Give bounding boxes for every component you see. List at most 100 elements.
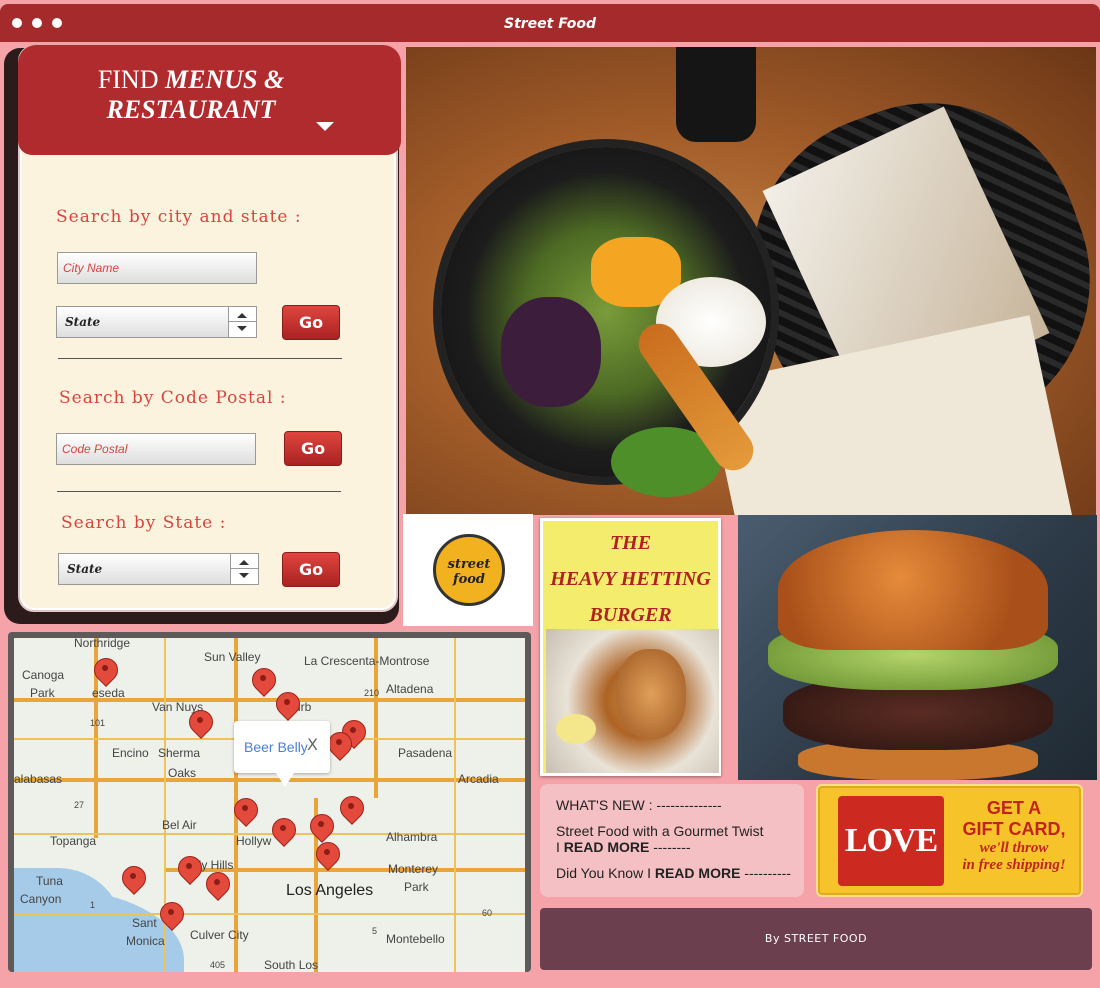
search-panel-heading: FIND MENUS & RESTAURANT (97, 65, 285, 124)
map-pin-icon[interactable] (276, 692, 298, 722)
spinner-up-icon[interactable] (237, 313, 247, 318)
route-1-shield: 1 (90, 900, 96, 910)
map-label-arcadia: Arcadia (458, 772, 499, 786)
spinner-divider (229, 321, 256, 322)
map-label-canoga: Canoga (22, 668, 65, 682)
postal-code-input[interactable]: Code Postal (56, 433, 256, 465)
map-pin-icon[interactable] (122, 866, 144, 896)
close-icon[interactable]: X (307, 735, 318, 754)
map-pin-icon[interactable] (189, 710, 211, 740)
state-select[interactable]: State (56, 306, 257, 338)
map-label-sun-valley: Sun Valley (204, 650, 261, 664)
map-label-hollywood: Hollyw (236, 834, 272, 848)
promo-lemon (556, 714, 596, 744)
highway (14, 778, 525, 782)
map-label-topanga: Topanga (50, 834, 97, 848)
map-label-calabasas: alabasas (14, 772, 63, 786)
state-select-spinner[interactable] (228, 307, 256, 337)
gift-card-image: LOVE (838, 796, 944, 886)
map-label-santa: Sant (132, 916, 157, 930)
map-pin-icon[interactable] (178, 856, 200, 886)
map-pin-icon[interactable] (272, 818, 294, 848)
map-label-monterey: Monterey (388, 862, 439, 876)
map-pin-icon[interactable] (252, 668, 274, 698)
burger-promo-card[interactable]: THE HEAVY HETTING BURGER (540, 518, 721, 776)
restaurant-map[interactable]: Northridge Sun Valley La Crescenta-Montr… (8, 632, 531, 972)
search-panel-header[interactable]: FIND MENUS & RESTAURANT (18, 45, 401, 155)
highway (14, 698, 525, 702)
map-label-park: Park (30, 686, 55, 700)
state-section-label: Search by State : (61, 513, 227, 533)
map-label-la-crescenta: La Crescenta-Montrose (304, 654, 430, 668)
map-label-tuna: Tuna (36, 874, 63, 888)
gift-card-text: GET A GIFT CARD, we'll throw in free shi… (962, 798, 1066, 873)
map-label-sherman: Sherma (158, 746, 201, 760)
map-canvas[interactable]: Northridge Sun Valley La Crescenta-Montr… (14, 638, 525, 972)
news-item-1-title: Street Food with a Gourmet Twist (556, 823, 764, 839)
promo-bun (616, 649, 686, 739)
map-pin-icon[interactable] (340, 796, 362, 826)
title-bar: Street Food (0, 4, 1100, 42)
promo-burger-photo (546, 629, 719, 773)
map-label-culver-city: Culver City (190, 928, 249, 942)
map-popup[interactable]: Beer Belly X (234, 721, 330, 787)
logo-text: street food (447, 557, 491, 587)
map-pin-icon[interactable] (160, 902, 182, 932)
map-pin-icon[interactable] (94, 658, 116, 688)
spinner-down-icon[interactable] (237, 326, 247, 331)
city-go-button[interactable]: Go (282, 305, 340, 340)
read-more-link[interactable]: READ MORE (655, 865, 741, 881)
map-pin-icon[interactable] (234, 798, 256, 828)
window-title: Street Food (504, 16, 596, 32)
postal-section-label: Search by Code Postal : (59, 388, 287, 408)
footer: By STREET FOOD (540, 908, 1092, 970)
state-go-button[interactable]: Go (282, 552, 340, 587)
read-more-link[interactable]: READ MORE (564, 839, 650, 855)
map-pin-icon[interactable] (206, 872, 228, 902)
logo-badge: street food (433, 534, 505, 606)
city-name-input[interactable]: City Name (57, 252, 257, 284)
map-pin-icon[interactable] (316, 842, 338, 872)
route-210-shield: 210 (364, 688, 380, 698)
spinner-down-icon[interactable] (239, 573, 249, 578)
postal-go-button[interactable]: Go (284, 431, 342, 466)
state-select-2[interactable]: State (58, 553, 259, 585)
route-60-shield: 60 (482, 908, 493, 918)
map-label-oaks: Oaks (168, 766, 197, 780)
news-item-1-more: I READ MORE -------- (556, 839, 691, 855)
promo-title: THE HEAVY HETTING BURGER (550, 532, 711, 626)
map-label-bel-air: Bel Air (162, 818, 197, 832)
burger-photo (738, 515, 1097, 780)
route-405-shield: 405 (210, 960, 226, 970)
news-item-2: Did You Know I READ MORE ---------- (556, 865, 791, 881)
street-food-logo[interactable]: street food (403, 514, 533, 626)
gift-card-banner[interactable]: LOVE GET A GIFT CARD, we'll throw in fre… (816, 784, 1083, 897)
state-select-value: State (65, 315, 101, 329)
road (454, 638, 456, 972)
map-label-montebello: Montebello (386, 932, 445, 946)
map-popup-label[interactable]: Beer Belly (244, 739, 308, 755)
map-pin-icon[interactable] (310, 814, 332, 844)
gift-card-love: LOVE (844, 822, 938, 859)
state-select-value: State (67, 562, 103, 576)
spinner-divider (231, 568, 258, 569)
map-label-altadena: Altadena (386, 682, 434, 696)
map-label-monterey-park: Park (404, 880, 429, 894)
footer-text: By STREET FOOD (764, 932, 868, 945)
spinner-up-icon[interactable] (239, 560, 249, 565)
map-pin-icon[interactable] (328, 732, 350, 762)
map-label-los-angeles: Los Angeles (286, 882, 374, 899)
map-label-canyon: Canyon (20, 892, 62, 906)
map-label-monica: Monica (126, 934, 165, 948)
route-5-shield: 5 (372, 926, 378, 936)
chevron-down-icon[interactable] (316, 122, 334, 131)
state-select-spinner[interactable] (230, 554, 258, 584)
map-label-encino: Encino (112, 746, 149, 760)
city-section-label: Search by city and state : (56, 207, 302, 227)
whats-new-heading: WHAT'S NEW : -------------- (556, 797, 722, 813)
burger-bun-top (778, 530, 1048, 650)
map-label-northridge: Northridge (74, 638, 131, 650)
map-label-pasadena: Pasadena (398, 746, 453, 760)
map-label-south-los: South Los (264, 958, 319, 972)
road (14, 913, 525, 915)
